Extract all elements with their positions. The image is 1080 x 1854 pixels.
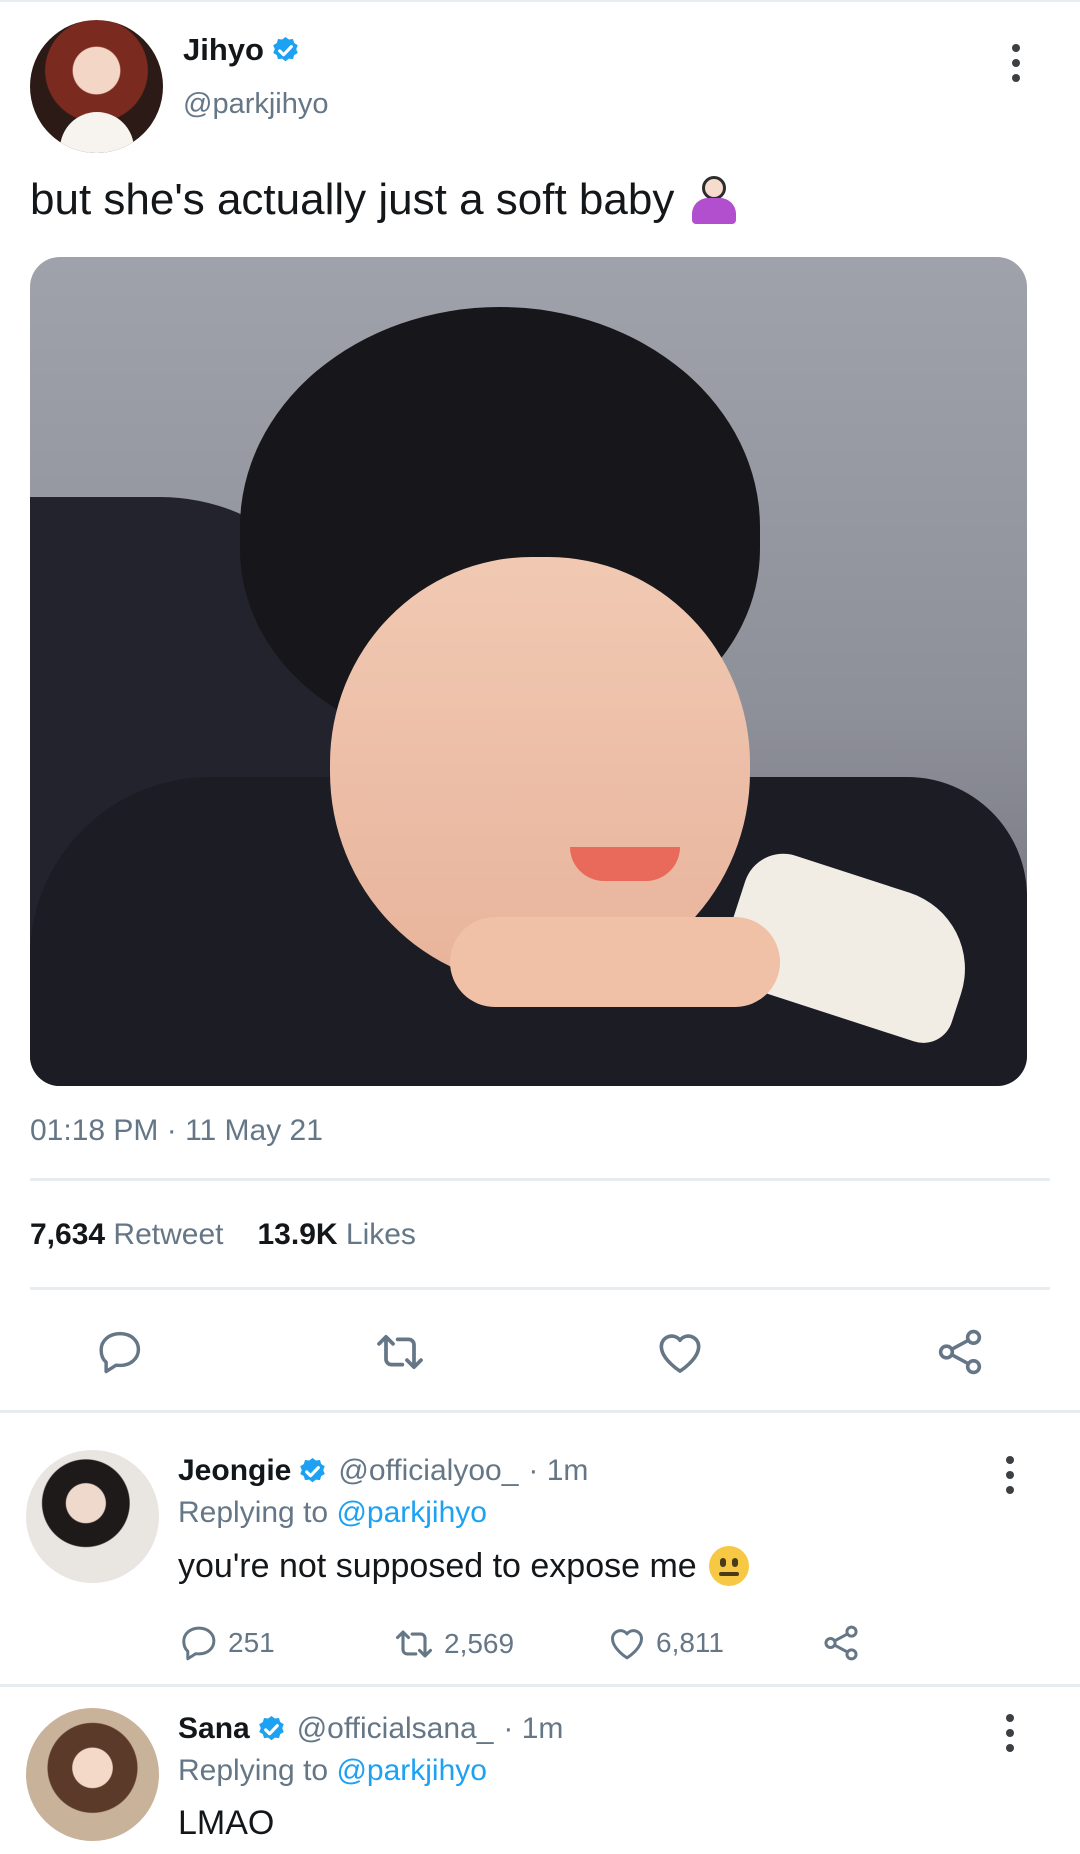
more-options-icon[interactable] — [1012, 44, 1020, 89]
replying-prefix: Replying to — [178, 1496, 329, 1529]
retweet-stat[interactable]: 7,634 Retweet — [30, 1218, 223, 1252]
verified-badge-icon — [300, 1457, 326, 1482]
reply-author-row[interactable]: Sana — [178, 1712, 287, 1746]
reply-avatar[interactable] — [26, 1450, 159, 1583]
tweet-timestamp[interactable]: 01:18 PM · 11 May 21 — [30, 1114, 323, 1148]
reply-author-row[interactable]: Jeongie — [178, 1454, 328, 1488]
reply-button[interactable] — [90, 1322, 150, 1382]
heart-icon — [659, 1334, 701, 1373]
share-icon — [938, 1329, 982, 1375]
tweet-text: but she's actually just a soft baby — [30, 175, 675, 224]
reply-reply-button[interactable]: 251 — [178, 1622, 275, 1664]
verified-badge-icon — [273, 36, 298, 61]
reply-author-handle[interactable]: @officialsana_ — [297, 1712, 494, 1746]
replying-to: Replying to @parkjihyo — [178, 1754, 487, 1788]
replying-to-mention[interactable]: @parkjihyo — [336, 1754, 487, 1787]
section-divider — [0, 1684, 1080, 1687]
tweet-text-row: but she's actually just a soft baby — [30, 174, 740, 226]
retweet-count: 2,569 — [444, 1628, 515, 1659]
reply-text-row: you're not supposed to expose me — [178, 1546, 749, 1586]
reply-author-name[interactable]: Jeongie — [178, 1454, 291, 1488]
replying-to-mention[interactable]: @parkjihyo — [336, 1496, 487, 1529]
reply-header: Sana @officialsana_ · 1m — [178, 1712, 563, 1746]
reply-author-handle[interactable]: @officialyoo_ — [338, 1454, 518, 1488]
reply-avatar[interactable] — [26, 1708, 159, 1841]
share-button[interactable] — [930, 1322, 990, 1382]
top-divider — [0, 0, 1080, 2]
share-icon — [824, 1625, 858, 1661]
reply-text: LMAO — [178, 1804, 275, 1842]
reply-like-button[interactable]: 6,811 — [606, 1622, 724, 1664]
heart-icon — [610, 1629, 644, 1660]
like-count: 6,811 — [656, 1627, 724, 1658]
like-button[interactable] — [650, 1322, 710, 1382]
verified-badge-icon — [258, 1715, 284, 1740]
author-name[interactable]: Jihyo — [183, 32, 264, 68]
like-count: 13.9K — [257, 1218, 338, 1251]
reply-icon — [99, 1331, 141, 1374]
retweet-count: 7,634 — [30, 1218, 106, 1251]
reply-author-name[interactable]: Sana — [178, 1712, 250, 1746]
neutral-face-icon — [708, 1546, 749, 1586]
likes-stat[interactable]: 13.9K Likes — [257, 1218, 415, 1252]
section-divider — [0, 1410, 1080, 1413]
reply-count: 251 — [228, 1627, 275, 1658]
retweet-label: Retweet — [113, 1218, 224, 1251]
reply-time: · 1m — [503, 1712, 564, 1745]
divider — [30, 1178, 1050, 1181]
reply-share-button[interactable] — [820, 1622, 862, 1664]
reply-text: you're not supposed to expose me — [178, 1546, 697, 1585]
reply-retweet-button[interactable]: 2,569 — [392, 1622, 514, 1666]
likes-label: Likes — [345, 1218, 416, 1251]
more-options-icon[interactable] — [1006, 1714, 1014, 1759]
author-handle[interactable]: @parkjihyo — [183, 88, 329, 121]
reply-icon — [182, 1626, 216, 1661]
retweet-icon — [377, 1334, 423, 1370]
divider — [30, 1287, 1050, 1290]
replying-to: Replying to @parkjihyo — [178, 1496, 487, 1530]
author-name-row[interactable]: Jihyo — [183, 32, 301, 68]
reply-text-row: LMAO — [178, 1804, 274, 1843]
replying-prefix: Replying to — [178, 1754, 329, 1787]
reply-header: Jeongie @officialyoo_ · 1m — [178, 1454, 588, 1488]
author-avatar[interactable] — [30, 20, 163, 153]
more-options-icon[interactable] — [1006, 1456, 1014, 1501]
person-shrugging-icon — [688, 174, 740, 226]
retweet-icon — [395, 1630, 433, 1658]
tweet-media-image[interactable] — [30, 257, 1027, 1086]
reply-time: · 1m — [528, 1454, 589, 1487]
retweet-button[interactable] — [370, 1322, 430, 1382]
tweet-stats: 7,634 Retweet 13.9K Likes — [30, 1218, 416, 1252]
